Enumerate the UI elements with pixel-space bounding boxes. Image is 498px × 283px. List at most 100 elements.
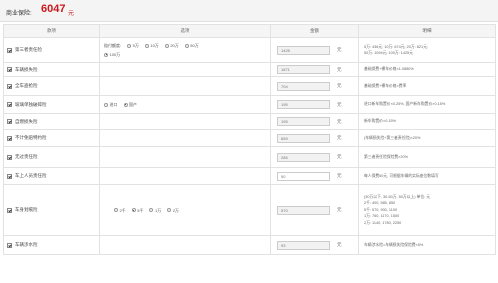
- amount-cell: 93 元: [270, 235, 359, 255]
- coverage-item: 车身划痕险: [7, 207, 99, 213]
- amount-cell: 704 元: [270, 76, 359, 96]
- total-premium: 6047: [41, 3, 66, 15]
- coverage-item: 不计免赔特约险: [7, 135, 99, 141]
- table-row: 车辆涉水险 93 元 车辆涉水险=车辆损失险保险费×5%: [3, 235, 496, 255]
- coverage-checkbox[interactable]: [7, 119, 12, 124]
- radio-option[interactable]: 国产: [123, 100, 137, 109]
- radio-option[interactable]: 5千: [131, 206, 144, 215]
- radio-option[interactable]: 1万: [149, 206, 161, 215]
- col-header-desc: 明细: [358, 24, 496, 38]
- radio-label: 进口: [109, 102, 118, 107]
- desc-cell: (车辆损失险+第三者责任险)×20%: [358, 129, 496, 147]
- amount-input[interactable]: 195: [277, 100, 330, 109]
- radio-label: 2千: [119, 207, 126, 213]
- amount-input[interactable]: 704: [277, 81, 330, 91]
- table-row: 自燃损失险 195 元 新车购置价×0.15%: [3, 113, 496, 130]
- amount-cell: 195 元: [270, 113, 359, 130]
- coverage-item: 自燃损失险: [7, 119, 99, 125]
- radio-label: 5千: [137, 207, 144, 213]
- radio-option[interactable]: 10万: [144, 41, 159, 50]
- header-bar: 商业保险: 6047 元: [0, 0, 498, 22]
- radio-option[interactable]: 100万: [104, 50, 120, 59]
- radio-option[interactable]: 2万: [167, 206, 179, 215]
- radio-button[interactable]: [104, 102, 108, 107]
- coverage-item: 全车盗抢险: [7, 83, 99, 89]
- amount-input[interactable]: 570: [277, 205, 330, 215]
- coverage-name: 车上人员责任险: [15, 173, 47, 178]
- amount-cell: 285 元: [270, 146, 359, 168]
- radio-button[interactable]: [164, 43, 169, 48]
- amount-unit: 元: [337, 66, 342, 72]
- coverage-checkbox[interactable]: [7, 47, 12, 53]
- amount-wrap: 50 元: [277, 171, 358, 181]
- amount-cell: 195 元: [270, 95, 359, 114]
- radio-button[interactable]: [114, 208, 118, 212]
- radio-button[interactable]: [104, 52, 108, 57]
- amount-cell: 1871 元: [270, 62, 359, 77]
- radio-option[interactable]: 进口: [104, 100, 118, 109]
- radio-button[interactable]: [123, 102, 128, 107]
- amount-unit: 元: [337, 83, 342, 88]
- coverage-checkbox[interactable]: [7, 242, 12, 248]
- col-header-options: 选项: [99, 24, 271, 38]
- amount-wrap: 195 元: [277, 100, 358, 109]
- coverage-cell: 自燃损失险: [3, 113, 100, 130]
- radio-label: 100万: [109, 52, 121, 57]
- col-header-item: 款项: [3, 24, 100, 38]
- amount-wrap: 704 元: [277, 81, 358, 91]
- option-row: 赔付额度: 5万 10万 20万 50万: [104, 41, 270, 50]
- desc-cell: 进口新车购置价×0.25%, 国产新车购置价×0.15%: [358, 95, 496, 114]
- amount-input[interactable]: 195: [277, 117, 330, 126]
- radio-button[interactable]: [167, 208, 172, 212]
- option-row: 进口 国产: [104, 100, 270, 109]
- amount-input[interactable]: 659: [277, 133, 330, 143]
- options-cell: [99, 62, 271, 77]
- desc-line: 进口新车购置价×0.25%, 国产新车购置价×0.15%: [364, 102, 446, 107]
- amount-unit: 元: [337, 47, 342, 52]
- radio-option[interactable]: 2千: [114, 206, 126, 215]
- amount-unit: 元: [337, 173, 342, 178]
- amount-unit: 元: [337, 135, 342, 140]
- coverage-name: 第三者责任险: [15, 47, 42, 52]
- amount-input[interactable]: 1425: [277, 45, 330, 55]
- coverage-checkbox[interactable]: [7, 135, 12, 141]
- desc-line: 2万: 1140, 1780, 2250: [364, 220, 402, 225]
- coverage-item: 车上人员责任险: [7, 173, 99, 179]
- radio-button[interactable]: [149, 208, 154, 212]
- radio-button[interactable]: [131, 208, 136, 212]
- coverage-checkbox[interactable]: [7, 102, 12, 107]
- desc-cell: 基础保费+裸车价格×1.0880%: [358, 62, 496, 77]
- options-cell: [99, 146, 271, 168]
- coverage-checkbox[interactable]: [7, 67, 12, 72]
- radio-button[interactable]: [144, 43, 149, 48]
- radio-option[interactable]: 20万: [164, 41, 179, 50]
- coverage-checkbox[interactable]: [7, 207, 12, 213]
- coverage-checkbox[interactable]: [7, 83, 12, 89]
- coverage-cell: 全车盗抢险: [3, 76, 100, 96]
- table-row: 车辆损失险 1871 元 基础保费+裸车价格×1.0880%: [3, 62, 496, 77]
- amount-input[interactable]: 1871: [277, 65, 330, 74]
- desc-cell: 新车购置价×0.15%: [358, 113, 496, 130]
- amount-unit: 元: [337, 154, 342, 159]
- col-header-amount: 金额: [270, 24, 359, 38]
- radio-button[interactable]: [127, 43, 132, 48]
- amount-input[interactable]: 93: [277, 240, 330, 250]
- amount-input[interactable]: 285: [277, 152, 330, 162]
- coverage-checkbox[interactable]: [7, 173, 12, 179]
- radio-option[interactable]: 50万: [184, 41, 199, 50]
- radio-option[interactable]: 5万: [127, 41, 139, 50]
- coverage-name: 无过责任险: [15, 154, 38, 159]
- table-row: 全车盗抢险 704 元 基础保费+裸车价格×费率: [3, 76, 496, 96]
- coverage-cell: 车辆涉水险: [3, 235, 100, 255]
- desc-cell: 第三者责任险保险费×20%: [358, 146, 496, 168]
- amount-input[interactable]: 50: [277, 171, 330, 181]
- amount-unit: 元: [337, 101, 342, 107]
- option-label: 赔付额度:: [104, 43, 122, 48]
- radio-button[interactable]: [184, 43, 189, 48]
- table-header-row: 款项 选项 金额 明细: [3, 24, 496, 38]
- insurance-table: 款项 选项 金额 明细 第三者责任险 赔付额度: 5万 10万 20万 50万 100万 14…: [3, 24, 496, 255]
- amount-unit: 元: [337, 118, 342, 124]
- options-cell: 赔付额度: 5万 10万 20万 50万 100万: [99, 37, 271, 63]
- amount-wrap: 1425 元: [277, 45, 358, 55]
- coverage-checkbox[interactable]: [7, 154, 12, 160]
